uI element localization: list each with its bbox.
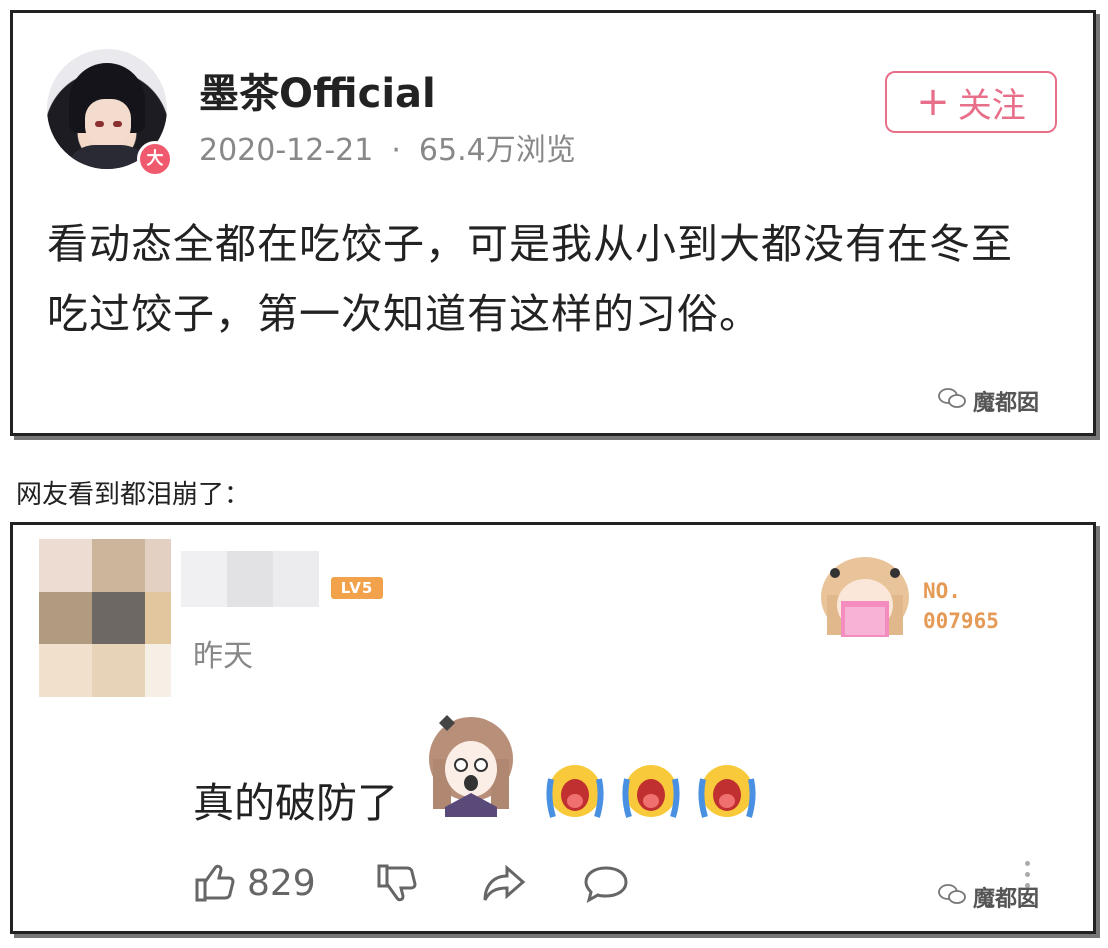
avatar-eye [95,121,104,127]
post-author-name[interactable]: 墨茶Official [199,61,436,119]
avatar-eye [113,121,122,127]
crying-emoji-icon [546,765,604,818]
post-meta: 2020-12-21 · 65.4万浏览 [199,125,576,169]
wechat-icon [937,386,967,416]
share-button[interactable] [479,857,529,909]
caption-text: 网友看到都泪崩了： [16,480,251,510]
comment-time: 昨天 [193,639,253,674]
comment-bubble-icon [584,866,628,903]
watermark-text: 魔都囡 [973,391,1040,416]
watermark: 魔都囡 [937,881,1039,913]
commenter-avatar-blurred[interactable] [39,539,171,697]
crying-emoji-icon [698,765,756,818]
follow-label: 关注 [957,85,1026,126]
post-date: 2020-12-21 [199,133,374,168]
watermark-text: 魔都囡 [973,887,1040,912]
fan-badge: NO. 007965 [813,551,1023,641]
fan-badge-girl-icon [821,557,909,637]
wechat-icon [937,882,967,912]
avatar-face [85,99,131,149]
watermark: 魔都囡 [937,385,1039,417]
crying-emoji-icon [622,765,680,818]
meta-separator: · [391,133,401,168]
comment-card: LV5 昨天 NO. 007965 真的破防了 829 魔都囡 [10,522,1096,934]
fan-number: 007965 [923,609,999,633]
dislike-button[interactable] [373,857,419,909]
level-badge: LV5 [331,577,383,599]
post-card: 大 墨茶Official 2020-12-21 · 65.4万浏览 + 关注 看动态… [10,10,1096,436]
post-text: 看动态全都在吃饺子，可是我从小到大都没有在冬至吃过饺子，第一次知道有这样的习俗。 [47,220,1013,338]
follow-button[interactable]: + 关注 [885,71,1057,133]
thumb-down-icon [377,864,417,902]
fan-number-label: NO. [923,579,961,603]
plus-icon: + [916,79,950,125]
like-button[interactable]: 829 [191,857,316,909]
crying-girl-sticker [429,715,513,817]
like-count: 829 [247,862,316,904]
thumb-up-icon [195,864,235,902]
share-arrow-icon [483,864,526,901]
reply-button[interactable] [581,857,631,909]
comment-text: 真的破防了 [193,779,398,827]
verified-badge: 大 [137,141,173,177]
commenter-name-blurred[interactable] [181,551,319,607]
post-views: 65.4万浏览 [418,133,576,168]
